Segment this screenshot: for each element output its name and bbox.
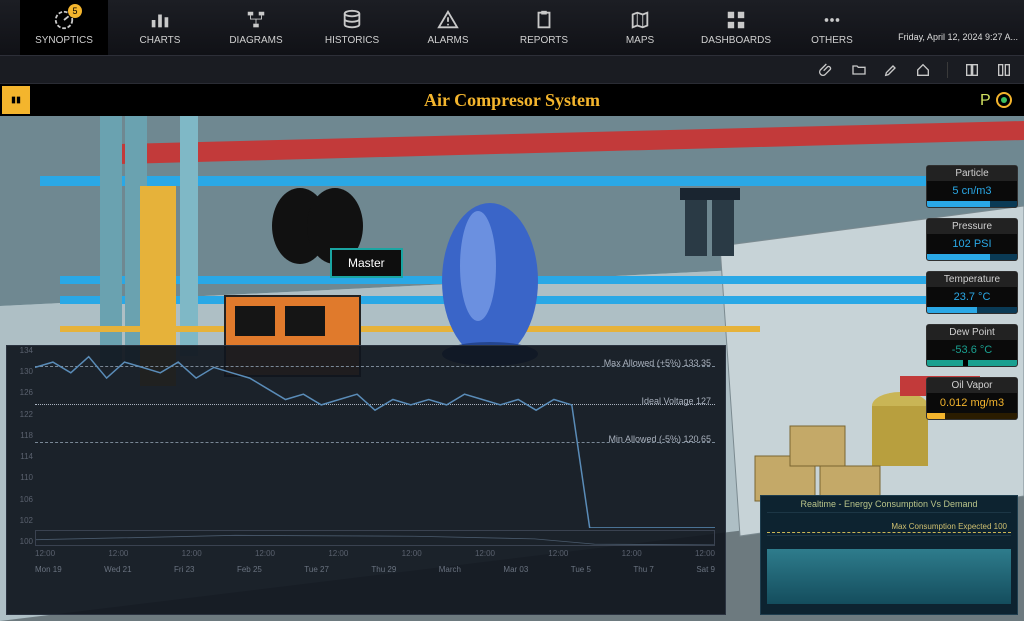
gauge-title: Pressure bbox=[927, 219, 1017, 234]
nav-label: REPORTS bbox=[520, 35, 568, 46]
nav-maps[interactable]: MAPS bbox=[596, 0, 684, 55]
y-axis: 134130126122118114110106102100 bbox=[9, 346, 33, 546]
nav-label: DIAGRAMS bbox=[229, 35, 282, 46]
nav-diagrams[interactable]: DIAGRAMS bbox=[212, 0, 300, 55]
mini-threshold bbox=[767, 532, 1011, 533]
nav-alarms[interactable]: ALARMS bbox=[404, 0, 492, 55]
book-icon[interactable] bbox=[964, 62, 980, 78]
gauges-panel: Particle 5 cn/m3 Pressure 102 PSI Temper… bbox=[926, 165, 1018, 430]
mini-chart-title: Realtime - Energy Consumption Vs Demand bbox=[761, 496, 1017, 512]
chart-line bbox=[35, 346, 715, 528]
map-icon bbox=[629, 9, 651, 31]
attach-icon[interactable] bbox=[819, 62, 835, 78]
gauge-bar bbox=[927, 201, 1017, 207]
nav-synoptics[interactable]: 5 SYNOPTICS bbox=[20, 0, 108, 55]
clip-icon bbox=[533, 9, 555, 31]
titlebar: Air Compresor System P bbox=[0, 84, 1024, 116]
nav-label: SYNOPTICS bbox=[35, 35, 93, 46]
edit-icon bbox=[883, 62, 899, 78]
nav-label: CHARTS bbox=[140, 35, 181, 46]
nav-charts[interactable]: CHARTS bbox=[116, 0, 204, 55]
top-nav: 5 SYNOPTICS CHARTS DIAGRAMS HISTORICS AL… bbox=[0, 0, 1024, 56]
flow-icon bbox=[245, 9, 267, 31]
toolstrip bbox=[0, 56, 1024, 84]
gauge-value: 5 cn/m3 bbox=[927, 181, 1017, 201]
mini-threshold-label: Max Consumption Expected 100 bbox=[891, 522, 1007, 531]
gauge-value: 0.012 mg/m3 bbox=[927, 393, 1017, 413]
gauge-value: 23.7 °C bbox=[927, 287, 1017, 307]
nav-label: HISTORICS bbox=[325, 35, 379, 46]
badge: 5 bbox=[68, 4, 82, 18]
gauge-bar bbox=[927, 360, 1017, 366]
page-title: Air Compresor System bbox=[0, 90, 1024, 111]
nav-label: MAPS bbox=[626, 35, 654, 46]
x-axis: 12:0012:0012:0012:0012:0012:0012:0012:00… bbox=[35, 549, 715, 558]
db-icon bbox=[341, 9, 363, 31]
nav-label: ALARMS bbox=[427, 35, 468, 46]
gauge-title: Dew Point bbox=[927, 325, 1017, 340]
warn-icon bbox=[437, 9, 459, 31]
voltage-chart[interactable]: 134130126122118114110106102100 Max Allow… bbox=[6, 345, 726, 615]
master-label[interactable]: Master bbox=[330, 248, 403, 278]
nav-historics[interactable]: HISTORICS bbox=[308, 0, 396, 55]
gauge-bar bbox=[927, 413, 1017, 419]
nav-reports[interactable]: REPORTS bbox=[500, 0, 588, 55]
gauge-bar bbox=[927, 254, 1017, 260]
energy-mini-chart[interactable]: Realtime - Energy Consumption Vs Demand … bbox=[760, 495, 1018, 615]
gauge-oil-vapor[interactable]: Oil Vapor 0.012 mg/m3 bbox=[926, 377, 1018, 420]
nav-others[interactable]: OTHERS bbox=[788, 0, 876, 55]
mini-area bbox=[767, 549, 1011, 604]
timestamp: Friday, April 12, 2024 9:27 A... bbox=[898, 32, 1018, 42]
gauge-dew-point[interactable]: Dew Point -53.6 °C bbox=[926, 324, 1018, 367]
nav-dashboards[interactable]: DASHBOARDS bbox=[692, 0, 780, 55]
bars-icon bbox=[149, 9, 171, 31]
separator bbox=[947, 62, 948, 78]
gauge-bar bbox=[927, 307, 1017, 313]
time-brush[interactable] bbox=[35, 530, 715, 546]
gauge-value: -53.6 °C bbox=[927, 340, 1017, 360]
nav-label: OTHERS bbox=[811, 35, 853, 46]
nav-label: DASHBOARDS bbox=[701, 35, 771, 46]
gauge-particle[interactable]: Particle 5 cn/m3 bbox=[926, 165, 1018, 208]
folder-icon[interactable] bbox=[851, 62, 867, 78]
grid-icon bbox=[725, 9, 747, 31]
gauge-title: Particle bbox=[927, 166, 1017, 181]
gauge-title: Temperature bbox=[927, 272, 1017, 287]
dots-icon bbox=[821, 9, 843, 31]
gauge-value: 102 PSI bbox=[927, 234, 1017, 254]
gauge-temperature[interactable]: Temperature 23.7 °C bbox=[926, 271, 1018, 314]
date-nav[interactable]: Mon 19Wed 21Fri 23Feb 25Tue 27Thu 29Marc… bbox=[35, 565, 715, 574]
home-icon bbox=[915, 62, 931, 78]
cols-icon[interactable] bbox=[996, 62, 1012, 78]
gauge-pressure[interactable]: Pressure 102 PSI bbox=[926, 218, 1018, 261]
gauge-title: Oil Vapor bbox=[927, 378, 1017, 393]
